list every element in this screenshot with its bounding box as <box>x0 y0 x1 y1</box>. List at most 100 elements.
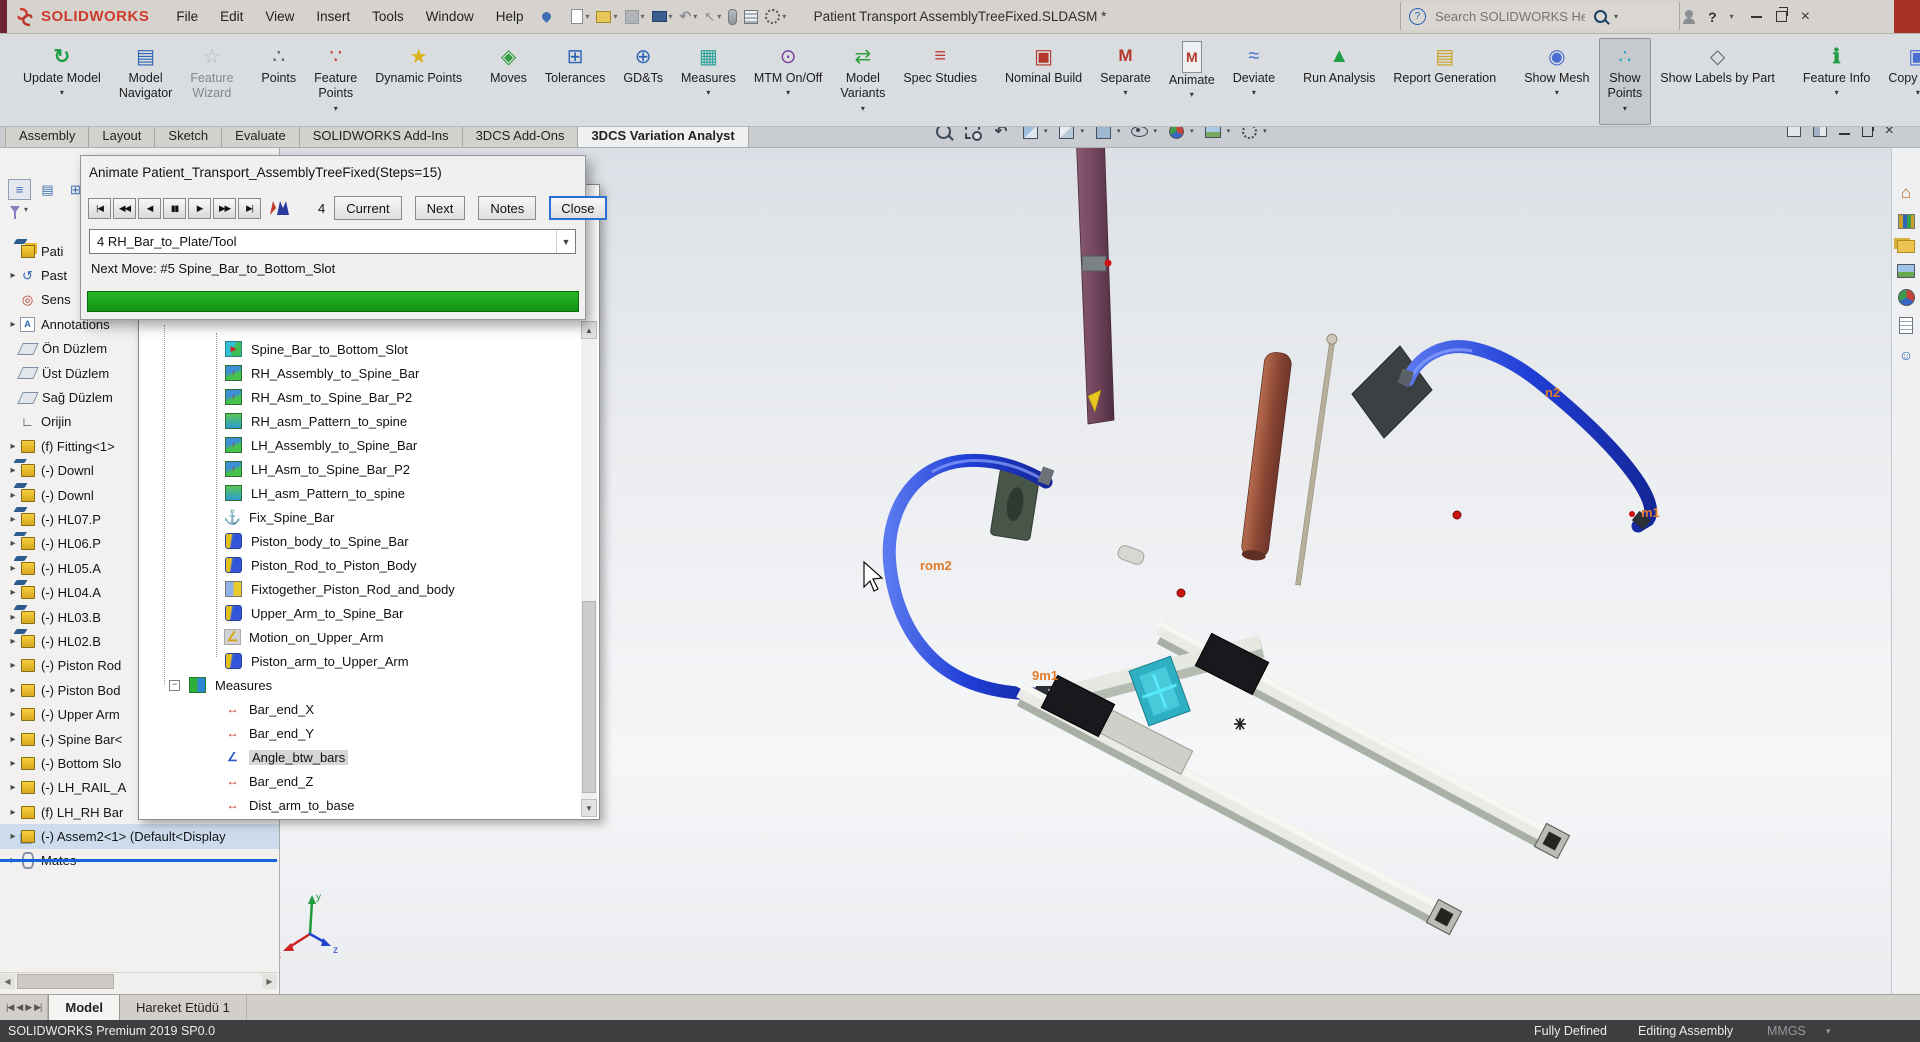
chevron-down-icon[interactable]: ▾ <box>717 12 721 21</box>
ribbon-animate-button[interactable]: MAnimate▾ <box>1160 38 1224 125</box>
playback-button-0[interactable]: |◀ <box>88 198 111 219</box>
menu-tools[interactable]: Tools <box>361 5 415 28</box>
next-button[interactable]: Next <box>415 196 466 220</box>
doc-minimize-icon[interactable] <box>1839 133 1850 135</box>
chevron-down-icon[interactable]: ▾ <box>861 104 865 113</box>
moves-item-rh-asm-pattern-to-spine[interactable]: RH_asm_Pattern_to_spine <box>139 409 579 433</box>
bottom-tab-hareket-et-d-1[interactable]: Hareket Etüdü 1 <box>120 995 247 1020</box>
ribbon-mtm-on-off-button[interactable]: ⊙MTM On/Off▾ <box>745 38 832 125</box>
propertymanager-tab-icon[interactable]: ▤ <box>36 179 59 200</box>
search-input[interactable] <box>1433 8 1587 25</box>
chevron-down-icon[interactable]: ▾ <box>1123 88 1127 97</box>
playback-button-5[interactable]: ▶▶ <box>213 198 236 219</box>
custom-properties-icon[interactable] <box>1899 317 1913 334</box>
login-user-icon[interactable] <box>1683 18 1695 24</box>
moves-item-lh-asm-to-spine-bar-p2[interactable]: ↑LH_Asm_to_Spine_Bar_P2 <box>139 457 579 481</box>
ribbon-tolerances-button[interactable]: ⊞Tolerances <box>536 38 614 125</box>
solidworks-forum-icon[interactable]: ☺ <box>1896 345 1916 365</box>
expand-arrow-icon[interactable]: ▸ <box>6 758 20 769</box>
expand-arrow-icon[interactable]: ▸ <box>6 831 20 842</box>
chevron-down-icon[interactable]: ▾ <box>1081 127 1085 135</box>
restore-icon[interactable] <box>1776 11 1787 22</box>
tree-item-assem2-1-default-display[interactable]: ▸(-) Assem2<1> (Default<Display <box>0 824 279 848</box>
chevron-down-icon[interactable]: ▾ <box>1916 88 1920 97</box>
menu-edit[interactable]: Edit <box>209 5 254 28</box>
expand-arrow-icon[interactable]: ▸ <box>6 709 20 720</box>
moves-item-angle-btw-bars[interactable]: ∠Angle_btw_bars <box>139 745 579 769</box>
expand-arrow-icon[interactable]: ▸ <box>6 514 20 525</box>
moves-item-piston-arm-to-upper-arm[interactable]: Piston_arm_to_Upper_Arm <box>139 649 579 673</box>
chevron-down-icon[interactable]: ▾ <box>1835 88 1839 97</box>
ribbon-moves-button[interactable]: ◈Moves <box>481 38 536 125</box>
ribbon-show-points-button[interactable]: ∴Show Points▾ <box>1599 38 1652 125</box>
move-selector-dropdown[interactable]: 4 RH_Bar_to_Plate/Tool ▼ <box>89 229 576 254</box>
tree-horizontal-scrollbar[interactable]: ◀ ▶ <box>0 972 277 990</box>
units-indicator[interactable]: MMGS <box>1767 1020 1806 1042</box>
playback-button-4[interactable]: ▶ <box>188 198 211 219</box>
solidworks-resources-icon[interactable]: ⌂ <box>1896 183 1916 203</box>
expand-arrow-icon[interactable]: ▸ <box>6 563 20 574</box>
ribbon-report-generation-button[interactable]: ▤Report Generation <box>1384 38 1505 125</box>
chevron-down-icon[interactable]: ▾ <box>1117 127 1121 135</box>
chevron-down-icon[interactable]: ▾ <box>1044 127 1048 135</box>
expand-arrow-icon[interactable]: ▸ <box>6 270 20 281</box>
chevron-down-icon[interactable]: ▾ <box>1227 127 1231 135</box>
chevron-down-icon[interactable]: ▾ <box>782 12 786 21</box>
ribbon-feature-info-button[interactable]: ℹFeature Info▾ <box>1794 38 1879 125</box>
close-icon[interactable]: × <box>1801 9 1810 25</box>
moves-item-piston-body-to-spine-bar[interactable]: Piston_body_to_Spine_Bar <box>139 529 579 553</box>
chevron-down-icon[interactable]: ▾ <box>585 12 589 21</box>
playback-button-6[interactable]: ▶| <box>238 198 261 219</box>
expand-arrow-icon[interactable]: ▸ <box>6 538 20 549</box>
moves-item-rh-assembly-to-spine-bar[interactable]: ↑RH_Assembly_to_Spine_Bar <box>139 361 579 385</box>
scrollbar-thumb[interactable] <box>582 601 596 793</box>
print-button[interactable]: ▾ <box>652 11 673 22</box>
ribbon-update-model-button[interactable]: ↻Update Model▾ <box>14 38 110 125</box>
expand-arrow-icon[interactable]: ▸ <box>6 807 20 818</box>
chevron-down-icon[interactable]: ▾ <box>334 104 338 113</box>
chevron-down-icon[interactable]: ▾ <box>1555 88 1559 97</box>
rebuild-button[interactable] <box>728 9 737 25</box>
tree-filter[interactable]: ▾ <box>10 205 28 214</box>
ribbon-measures-button[interactable]: ▦Measures▾ <box>672 38 745 125</box>
scroll-right-icon[interactable]: ▶ <box>262 974 277 989</box>
moves-item-measures[interactable]: −Measures <box>139 673 579 697</box>
chevron-down-icon[interactable]: ▾ <box>1623 104 1627 113</box>
file-explorer-icon[interactable] <box>1897 240 1915 253</box>
ribbon-dynamic-points-button[interactable]: ★Dynamic Points <box>366 38 471 125</box>
ribbon-spec-studies-button[interactable]: ≡Spec Studies <box>894 38 986 125</box>
playback-button-2[interactable]: ◀ <box>138 198 161 219</box>
moves-item-lh-asm-pattern-to-spine[interactable]: LH_asm_Pattern_to_spine <box>139 481 579 505</box>
ribbon-nominal-build-button[interactable]: ▣Nominal Build <box>996 38 1091 125</box>
expand-arrow-icon[interactable]: ▸ <box>6 636 20 647</box>
ribbon-show-labels-by-part-button[interactable]: ◇Show Labels by Part <box>1651 38 1784 125</box>
moves-item-bar-end-y[interactable]: ↔Bar_end_Y <box>139 721 579 745</box>
close-button[interactable]: Close <box>549 196 606 220</box>
help-caret-icon[interactable]: ▾ <box>1730 12 1734 21</box>
moves-item-fix-spine-bar[interactable]: ⚓Fix_Spine_Bar <box>139 505 579 529</box>
prev-tab-icon[interactable]: ◀ <box>16 1002 22 1013</box>
select-button[interactable]: ↖▾ <box>704 9 721 25</box>
chevron-down-icon[interactable]: ▾ <box>1252 88 1256 97</box>
bottom-tab-model[interactable]: Model <box>48 995 120 1020</box>
moves-item-bar-end-z[interactable]: ↔Bar_end_Z <box>139 769 579 793</box>
menu-view[interactable]: View <box>254 5 305 28</box>
scroll-up-icon[interactable]: ▲ <box>581 321 597 339</box>
moves-item-rh-asm-to-spine-bar-p2[interactable]: ↑RH_Asm_to_Spine_Bar_P2 <box>139 385 579 409</box>
scroll-left-icon[interactable]: ◀ <box>0 974 15 989</box>
ribbon-gd-ts-button[interactable]: ⊕GD&Ts <box>614 38 672 125</box>
moves-item-lh-assembly-to-spine-bar[interactable]: ↑LH_Assembly_to_Spine_Bar <box>139 433 579 457</box>
expand-arrow-icon[interactable]: ▸ <box>6 734 20 745</box>
chevron-down-icon[interactable]: ▾ <box>1154 127 1158 135</box>
chevron-down-icon[interactable]: ▾ <box>1190 90 1194 99</box>
doc-restore-icon[interactable] <box>1862 126 1873 137</box>
new-document-button[interactable]: ▾ <box>571 9 589 24</box>
chevron-down-icon[interactable]: ▼ <box>556 230 575 253</box>
playback-button-1[interactable]: ◀◀ <box>113 198 136 219</box>
expand-arrow-icon[interactable]: ▸ <box>6 465 20 476</box>
collapse-icon[interactable]: − <box>169 680 180 691</box>
chevron-down-icon[interactable]: ▾ <box>60 88 64 97</box>
scroll-down-icon[interactable]: ▼ <box>581 799 597 817</box>
expand-arrow-icon[interactable]: ▸ <box>6 782 20 793</box>
undo-button[interactable]: ↶▾ <box>680 8 698 25</box>
